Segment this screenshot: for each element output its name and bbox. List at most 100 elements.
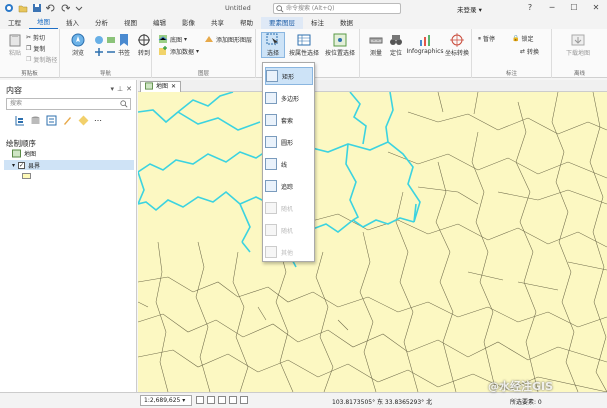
drawing-order-heading: 绘制顺序 — [6, 139, 36, 148]
search-icon — [276, 5, 284, 13]
tab-project[interactable]: 工程 — [0, 17, 29, 29]
open-icon[interactable] — [18, 3, 28, 13]
select-line-item[interactable]: 线 — [265, 155, 313, 173]
tab-insert[interactable]: 插入 — [58, 17, 87, 29]
help-button[interactable]: ? — [519, 0, 541, 16]
zoom-full-icon[interactable] — [94, 35, 104, 45]
select-by-location-button[interactable]: 按位置选择 — [322, 33, 358, 57]
layer-visibility-checkbox[interactable]: ✓ — [18, 161, 26, 169]
fixed-zoom-icon[interactable] — [196, 396, 204, 404]
copy-button[interactable]: ❐ 复制 — [26, 44, 45, 53]
download-map-button[interactable]: 下载地图 — [558, 33, 598, 57]
customize-icon[interactable] — [74, 3, 84, 13]
offline-group: 下载地图 离线 — [552, 29, 607, 78]
select-by-attributes-button[interactable]: 按属性选择 — [286, 33, 322, 57]
minimize-button[interactable]: ─ — [541, 0, 563, 16]
select-trace-item[interactable]: 追踪 — [265, 177, 313, 195]
tab-view[interactable]: 视图 — [116, 17, 145, 29]
undo-icon[interactable] — [46, 3, 56, 13]
select-rectangle-label: 矩形 — [282, 73, 295, 81]
expand-chevron-icon[interactable]: ▾ — [12, 162, 15, 169]
labeling-group: ⏸ 暂停 🔒 锁定 ⇄ 转换 标注 — [472, 29, 552, 78]
tab-edit[interactable]: 编辑 — [145, 17, 174, 29]
tab-analysis[interactable]: 分析 — [87, 17, 116, 29]
coordinate-conversion-button[interactable]: 坐标转换 — [444, 33, 470, 57]
coordinate-icon — [450, 33, 464, 47]
measure-icon — [369, 37, 383, 44]
tree-map-label: 地图 — [24, 151, 37, 158]
explore-button[interactable]: 浏览 — [66, 33, 90, 57]
tab-map[interactable]: 地图 — [29, 16, 58, 30]
scale-selector[interactable]: 1:2,689,625 ▾ — [140, 395, 192, 406]
cut-button[interactable]: ✂ 剪切 — [26, 33, 45, 42]
map-view-tabbar: 地图 ✕ — [138, 80, 607, 92]
locate-button[interactable]: 定位 — [384, 33, 408, 57]
grid-toggle-icon[interactable] — [218, 396, 226, 404]
tab-share[interactable]: 共享 — [203, 17, 232, 29]
save-icon[interactable] — [32, 3, 42, 13]
copy-path-button[interactable]: ❐ 复制路径 — [26, 55, 57, 64]
select-circle-item[interactable]: 圆形 — [265, 133, 313, 151]
explore-icon — [71, 33, 85, 47]
coordinate-readout: 103.8173505° 东 33.8365293° 北 — [332, 399, 433, 406]
tab-help[interactable]: 帮助 — [232, 17, 261, 29]
map-canvas[interactable] — [138, 92, 607, 392]
editing-icon[interactable] — [62, 115, 73, 126]
convert-labels-button[interactable]: ⇄ 转换 — [520, 47, 539, 56]
pause-labels-button[interactable]: ⏸ 暂停 — [478, 34, 495, 44]
tree-item-map[interactable]: 地图 — [12, 149, 36, 158]
data-source-icon[interactable] — [30, 115, 41, 126]
command-search-input[interactable]: 命令搜索 (Alt+Q) — [273, 3, 401, 14]
infographics-button[interactable]: Infographics — [406, 33, 444, 55]
select-disabled-label: 随机 — [281, 205, 294, 213]
refresh-icon[interactable] — [229, 396, 237, 404]
close-icon[interactable]: ✕ — [171, 82, 176, 92]
add-data-button[interactable]: 添加数据 ▾ — [158, 46, 199, 56]
sign-in-status[interactable]: 未登录 ▾ — [457, 4, 482, 14]
pane-close-icon[interactable]: ✕ — [126, 85, 132, 93]
copy-path-icon: ❐ — [26, 56, 32, 63]
pane-options-icon[interactable]: ▾ — [111, 85, 115, 93]
maximize-button[interactable]: ☐ — [563, 0, 585, 16]
pause-icon: ⏸ — [478, 34, 482, 42]
map-view-tab[interactable]: 地图 ✕ — [140, 81, 182, 92]
paste-button[interactable]: 粘贴 — [3, 33, 27, 57]
graphics-layer-icon — [205, 36, 213, 42]
select-polygon-label: 多边形 — [281, 95, 300, 103]
snapping-icon[interactable] — [78, 115, 89, 126]
select-lasso-item[interactable]: 套索 — [265, 111, 313, 129]
close-button[interactable]: ✕ — [585, 0, 607, 16]
infographics-icon — [420, 35, 430, 46]
redo-icon[interactable] — [60, 3, 70, 13]
tab-feature-layer[interactable]: 要素图层 — [261, 17, 303, 29]
contents-search-input[interactable]: 搜索 — [6, 98, 131, 110]
tree-layer-label: 县界 — [28, 162, 41, 170]
pause-drawing-icon[interactable] — [240, 396, 248, 404]
add-graphics-layer-button[interactable]: 添加图形图层 — [204, 34, 252, 44]
clipboard-group: 粘贴 ✂ 剪切 ❐ 复制 ❐ 复制路径 剪贴板 — [0, 29, 60, 78]
select-lasso-icon — [265, 114, 277, 126]
tab-data[interactable]: 数据 — [332, 17, 361, 29]
watermark-text: @水经注GIS — [488, 380, 554, 393]
tree-item-layer[interactable]: ▾ ✓ 县界 — [4, 160, 134, 170]
selection-list-icon[interactable] — [46, 115, 57, 126]
map-icon — [145, 82, 153, 90]
select-icon — [266, 33, 278, 46]
select-trace-icon — [265, 180, 277, 192]
snapping-toggle-icon[interactable] — [207, 396, 215, 404]
command-search-placeholder: 命令搜索 (Alt+Q) — [286, 5, 335, 12]
select-disabled-icon — [265, 202, 277, 214]
convert-icon: ⇄ — [520, 48, 526, 55]
pin-icon[interactable]: ⊥ — [117, 85, 123, 93]
select-button[interactable]: 选择 — [261, 32, 285, 58]
lock-labels-button[interactable]: 🔒 锁定 — [512, 34, 534, 43]
drawing-order-icon[interactable] — [14, 115, 25, 126]
select-rectangle-item[interactable]: 矩形 — [265, 67, 313, 85]
select-polygon-item[interactable]: 多边形 — [265, 89, 313, 107]
basemap-button[interactable]: 底图 ▾ — [158, 34, 187, 44]
more-options-icon[interactable]: … — [94, 115, 105, 126]
zoom-in-icon[interactable] — [94, 47, 104, 57]
layer-symbol-swatch[interactable] — [22, 173, 31, 179]
tab-labeling[interactable]: 标注 — [303, 17, 332, 29]
tab-imagery[interactable]: 影像 — [174, 17, 203, 29]
